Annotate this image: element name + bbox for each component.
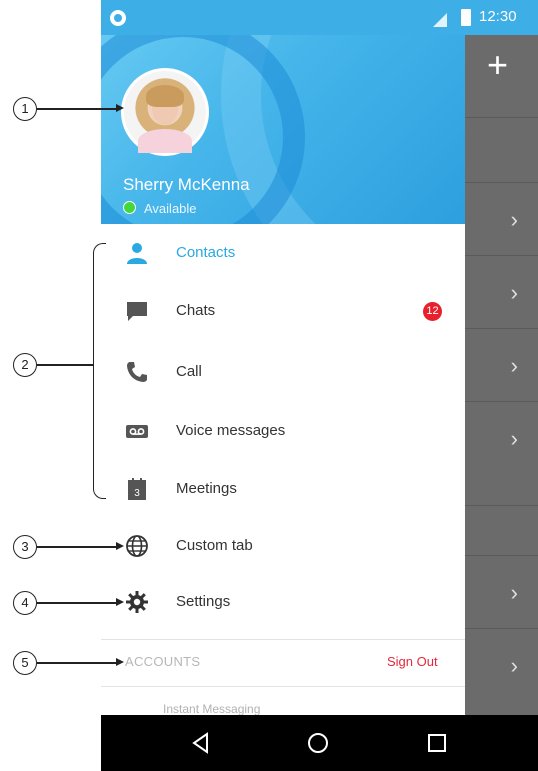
callout-bracket bbox=[93, 243, 106, 499]
background-row-divider bbox=[465, 505, 538, 506]
account-instant-messaging[interactable]: Instant Messaging bbox=[163, 702, 260, 716]
chevron-right-icon: › bbox=[510, 426, 518, 451]
menu-item-settings[interactable]: Settings bbox=[101, 574, 465, 630]
presence-status[interactable]: Available bbox=[123, 201, 197, 216]
background-row[interactable]: › bbox=[465, 555, 538, 629]
callout-5: 5 bbox=[13, 651, 37, 675]
gear-icon bbox=[126, 591, 148, 613]
background-row[interactable]: › bbox=[465, 328, 538, 402]
chevron-right-icon: › bbox=[510, 207, 518, 232]
callout-line bbox=[37, 364, 93, 366]
arrowhead-icon bbox=[116, 658, 124, 666]
unread-badge: 12 bbox=[423, 302, 442, 321]
presence-dot-icon bbox=[123, 201, 136, 214]
plus-icon[interactable]: + bbox=[487, 47, 508, 83]
avatar-hair bbox=[146, 85, 184, 107]
arrowhead-icon bbox=[116, 542, 124, 550]
phone-screen: 12:30 + › › › › › › Sherry McKenna Avail… bbox=[101, 0, 538, 771]
background-row-divider bbox=[465, 117, 538, 118]
voicemail-icon bbox=[126, 425, 148, 438]
background-row[interactable]: › bbox=[465, 182, 538, 256]
chevron-right-icon: › bbox=[510, 353, 518, 378]
profile-name: Sherry McKenna bbox=[123, 175, 250, 194]
menu-item-voice-messages[interactable]: Voice messages bbox=[101, 403, 465, 459]
home-icon[interactable] bbox=[304, 729, 332, 757]
arrowhead-icon bbox=[116, 598, 124, 606]
chevron-right-icon: › bbox=[510, 653, 518, 678]
menu-label-call: Call bbox=[176, 363, 202, 380]
phone-icon bbox=[127, 362, 147, 382]
menu-label-custom-tab: Custom tab bbox=[176, 537, 253, 554]
status-time: 12:30 bbox=[479, 8, 517, 25]
back-icon[interactable] bbox=[187, 729, 215, 757]
recents-icon[interactable] bbox=[423, 729, 451, 757]
callout-line bbox=[37, 546, 117, 548]
android-nav-bar bbox=[101, 715, 538, 771]
chat-bubble-icon bbox=[127, 302, 147, 321]
menu-item-call[interactable]: Call bbox=[101, 344, 465, 400]
person-icon bbox=[127, 243, 147, 264]
divider bbox=[101, 686, 465, 687]
menu-label-chats: Chats bbox=[176, 302, 216, 319]
menu-label-meetings: Meetings bbox=[176, 480, 237, 497]
signal-icon bbox=[433, 13, 447, 27]
divider bbox=[101, 639, 465, 640]
background-row[interactable]: › bbox=[465, 401, 538, 475]
background-row[interactable]: › bbox=[465, 628, 538, 702]
calendar-day: 3 bbox=[134, 488, 140, 499]
presence-label: Available bbox=[144, 201, 197, 216]
accounts-heading: ACCOUNTS bbox=[125, 654, 201, 669]
avatar-shirt bbox=[138, 129, 192, 153]
callout-line bbox=[37, 602, 117, 604]
navigation-drawer: Sherry McKenna Available Contacts Chats … bbox=[101, 35, 465, 716]
sign-out-link[interactable]: Sign Out bbox=[387, 654, 438, 669]
callout-line bbox=[37, 108, 117, 110]
status-bar: 12:30 bbox=[101, 0, 538, 35]
callout-3: 3 bbox=[13, 535, 37, 559]
menu-item-meetings[interactable]: 3 Meetings bbox=[101, 461, 465, 517]
chevron-right-icon: › bbox=[510, 280, 518, 305]
background-row[interactable]: › bbox=[465, 255, 538, 329]
callout-1: 1 bbox=[13, 97, 37, 121]
menu-label-voice-messages: Voice messages bbox=[176, 422, 286, 439]
menu-label-settings: Settings bbox=[176, 593, 231, 610]
chevron-right-icon: › bbox=[510, 580, 518, 605]
menu-label-contacts: Contacts bbox=[176, 244, 236, 261]
battery-icon bbox=[461, 9, 471, 26]
arrowhead-icon bbox=[116, 104, 124, 112]
callout-line bbox=[37, 662, 117, 664]
calendar-icon: 3 bbox=[128, 478, 146, 500]
menu-item-contacts[interactable]: Contacts bbox=[101, 225, 465, 281]
profile-header[interactable]: Sherry McKenna Available bbox=[101, 35, 465, 224]
avatar[interactable] bbox=[121, 68, 209, 156]
background-list-dimmed[interactable]: + › › › › › › bbox=[465, 35, 538, 715]
globe-icon bbox=[126, 535, 148, 557]
app-logo-icon bbox=[110, 10, 126, 26]
callout-4: 4 bbox=[13, 591, 37, 615]
menu-item-chats[interactable]: Chats 12 bbox=[101, 283, 465, 339]
callout-2: 2 bbox=[13, 353, 37, 377]
menu-item-custom-tab[interactable]: Custom tab bbox=[101, 518, 465, 574]
